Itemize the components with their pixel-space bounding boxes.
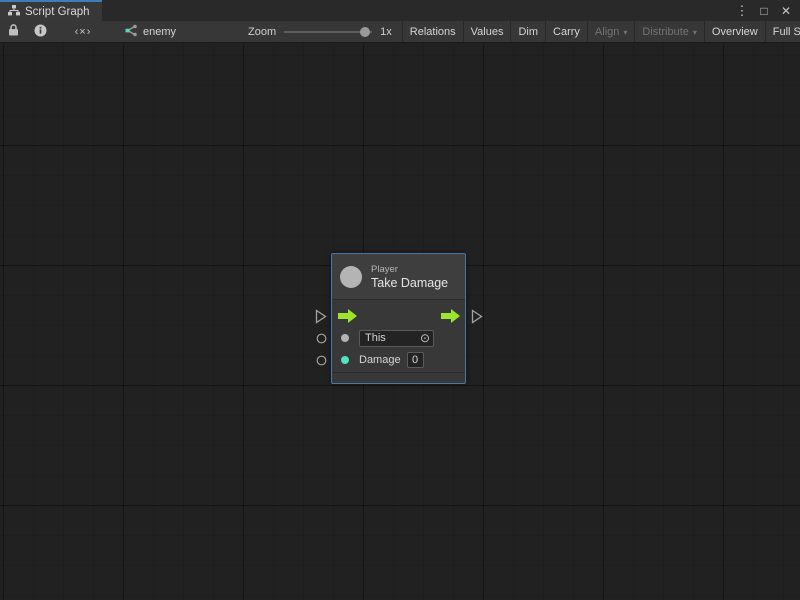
window-menu-icon[interactable]: ⋮ <box>734 3 750 19</box>
button-label: Carry <box>553 26 580 38</box>
this-external-port[interactable] <box>316 333 327 344</box>
breadcrumb-label: enemy <box>143 26 176 38</box>
button-label: Relations <box>410 26 456 38</box>
flow-output-external-port[interactable] <box>471 309 483 324</box>
zoom-control: Zoom 1x <box>186 21 402 42</box>
button-label: Values <box>471 26 504 38</box>
button-label: Dim <box>518 26 538 38</box>
graph-hierarchy-icon <box>8 5 20 19</box>
lock-button[interactable] <box>0 21 27 42</box>
node-title: Take Damage <box>371 276 448 290</box>
window-controls: ⋮ □ ✕ <box>734 0 800 21</box>
tab-bar: Script Graph ⋮ □ ✕ <box>0 0 800 21</box>
graph-canvas[interactable]: Player Take Damage <box>0 44 800 600</box>
lock-icon <box>8 24 19 39</box>
code-view-button[interactable]: ‹×› <box>54 21 112 42</box>
code-view-icon: ‹×› <box>75 26 92 38</box>
chevron-down-icon: ▾ <box>693 28 697 37</box>
take-damage-node[interactable]: Player Take Damage <box>331 253 466 384</box>
maximize-icon[interactable]: □ <box>756 3 772 19</box>
this-field-value: This <box>360 332 420 344</box>
flow-input-external-port[interactable] <box>315 309 327 324</box>
damage-port-label: Damage <box>359 354 401 366</box>
take-damage-node-wrap: Player Take Damage <box>331 253 466 384</box>
breadcrumb[interactable]: enemy <box>112 21 186 42</box>
zoom-label: Zoom <box>248 26 276 38</box>
node-body: This ⊙ Damage 0 <box>332 300 465 372</box>
chevron-down-icon: ▾ <box>623 28 627 37</box>
carry-button[interactable]: Carry <box>546 21 587 42</box>
graph-toolbar: ‹×› enemy Zoom 1x <box>0 21 800 43</box>
node-titles: Player Take Damage <box>371 264 448 290</box>
damage-port-row: Damage 0 <box>332 349 465 371</box>
flow-port-row <box>332 305 465 327</box>
zoom-slider[interactable] <box>284 27 372 37</box>
tab-script-graph[interactable]: Script Graph <box>0 0 102 21</box>
this-port-dot[interactable] <box>341 334 349 342</box>
overview-button[interactable]: Overview <box>705 21 765 42</box>
node-subtitle: Player <box>371 264 448 275</box>
node-header[interactable]: Player Take Damage <box>332 254 465 300</box>
button-label: Distribute <box>642 26 688 38</box>
tab-label: Script Graph <box>25 6 90 18</box>
distribute-dropdown[interactable]: Distribute ▾ <box>635 21 703 42</box>
damage-value-input[interactable]: 0 <box>407 352 424 368</box>
zoom-value: 1x <box>380 26 392 38</box>
script-graph-window: Script Graph ⋮ □ ✕ <box>0 0 800 600</box>
full-screen-button[interactable]: Full Screen <box>766 21 800 42</box>
node-footer <box>332 372 465 383</box>
button-label: Align <box>595 26 619 38</box>
this-port-row: This ⊙ <box>332 327 465 349</box>
flow-input-arrow-icon[interactable] <box>338 309 357 326</box>
this-object-field[interactable]: This ⊙ <box>359 330 434 347</box>
dim-button[interactable]: Dim <box>511 21 545 42</box>
zoom-slider-handle[interactable] <box>360 27 370 37</box>
values-button[interactable]: Values <box>464 21 511 42</box>
damage-external-port[interactable] <box>316 355 327 366</box>
button-label: Overview <box>712 26 758 38</box>
info-button[interactable] <box>27 21 54 42</box>
flow-output-arrow-icon[interactable] <box>441 309 460 326</box>
relations-button[interactable]: Relations <box>403 21 463 42</box>
script-graph-asset-icon <box>124 24 138 40</box>
object-picker-icon[interactable]: ⊙ <box>420 332 433 344</box>
damage-port-dot[interactable] <box>341 356 349 364</box>
toolbar-buttons: Relations Values Dim Carry Align ▾ Distr… <box>402 21 800 42</box>
close-icon[interactable]: ✕ <box>778 3 794 19</box>
zoom-slider-track <box>284 31 372 33</box>
player-object-icon <box>340 266 362 288</box>
info-icon <box>34 24 47 40</box>
button-label: Full Screen <box>773 26 800 38</box>
align-dropdown[interactable]: Align ▾ <box>588 21 634 42</box>
